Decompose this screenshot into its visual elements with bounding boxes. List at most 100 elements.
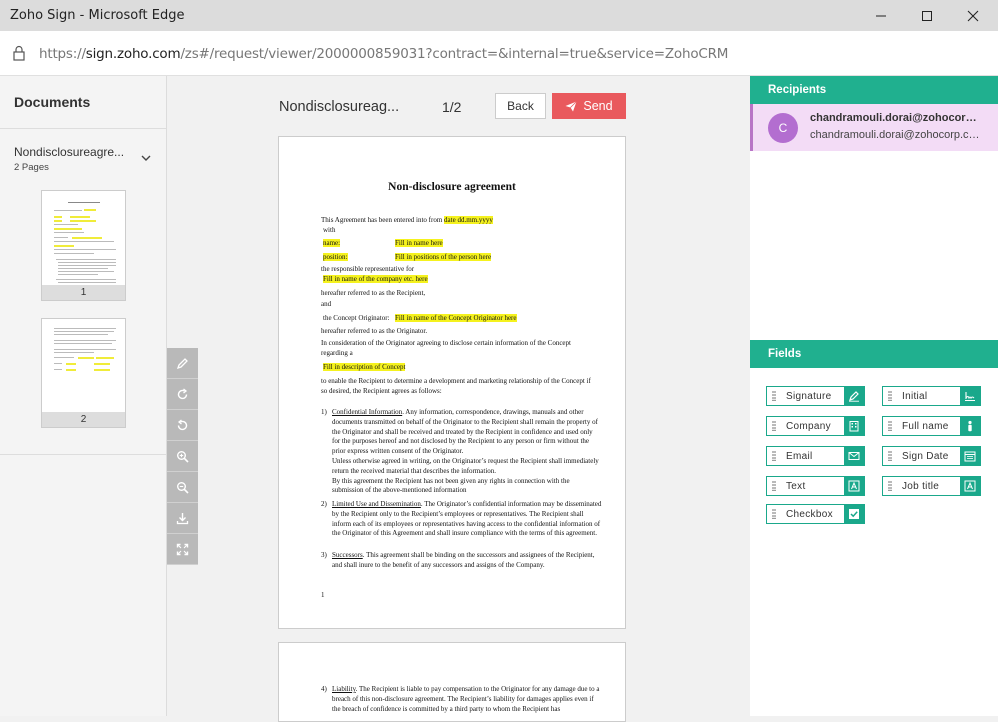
viewer-toolbar: [167, 348, 198, 565]
document-page-1: Non-disclosure agreement This Agreement …: [278, 136, 626, 629]
documents-panel: Documents Nondisclosureagre... 2 Pages 1…: [0, 76, 167, 716]
email-field[interactable]: Email: [766, 446, 865, 466]
zoom-in-button[interactable]: [167, 441, 198, 472]
field-label: Initial: [902, 390, 928, 402]
doc-line: the Concept Originator:: [323, 314, 390, 322]
rotate-clockwise-button[interactable]: [167, 379, 198, 410]
address-bar[interactable]: https://sign.zoho.com/zs#/request/viewer…: [0, 31, 998, 76]
recipient-card[interactable]: C chandramouli.dorai@zohocorp.com chandr…: [750, 104, 998, 151]
doc-line: In consideration of the Originator agree…: [321, 339, 571, 347]
page-thumbnail-1[interactable]: 1: [41, 190, 126, 301]
fullscreen-button[interactable]: [167, 534, 198, 565]
sign-date-field[interactable]: Sign Date: [882, 446, 981, 466]
close-icon: [967, 10, 979, 21]
section-successors: Successors. This agreement shall be bind…: [332, 551, 595, 569]
calendar-icon: [960, 447, 980, 465]
back-button[interactable]: Back: [495, 93, 546, 119]
drag-handle-icon: [883, 481, 897, 491]
person-icon: [960, 417, 980, 435]
doc-line: position:: [323, 253, 348, 261]
drag-handle-icon: [767, 391, 781, 401]
checkbox-field[interactable]: Checkbox: [766, 504, 865, 524]
date-field-placeholder[interactable]: date dd.mm.yyyy: [444, 216, 493, 224]
position-field-placeholder[interactable]: Fill in positions of the person here: [395, 253, 492, 263]
document-title: Non-disclosure agreement: [388, 181, 516, 193]
field-label: Full name: [902, 420, 949, 432]
section-number: 4): [321, 685, 327, 693]
field-label: Sign Date: [902, 450, 949, 462]
field-label: Job title: [902, 480, 940, 492]
thumbnail-label: 2: [42, 412, 125, 427]
doc-line: and: [321, 300, 332, 308]
rotate-right-icon: [177, 387, 188, 399]
avatar: C: [768, 113, 798, 143]
field-label: Text: [786, 480, 806, 492]
divider: [0, 128, 166, 129]
download-button[interactable]: [167, 503, 198, 534]
page-thumbnail-2[interactable]: 2: [41, 318, 126, 428]
field-label: Company: [786, 420, 831, 432]
doc-line: hereafter referred to as the Originator.: [321, 327, 428, 335]
section-limited-use: Limited Use and Dissemination. The Origi…: [332, 500, 602, 538]
text-box-icon: [960, 477, 980, 495]
doc-line: name:: [323, 239, 341, 247]
initial-icon: [960, 387, 980, 405]
page-footer-number: 1: [321, 591, 325, 599]
section-confidential-information: Confidential Information. Any informatio…: [332, 408, 599, 495]
expand-icon: [176, 543, 189, 555]
text-field[interactable]: Text: [766, 476, 865, 496]
doc-line: with: [323, 226, 336, 234]
section-liability: Liability. The Recipient is liable to pa…: [332, 685, 600, 713]
maximize-button[interactable]: [904, 0, 950, 31]
zoom-out-button[interactable]: [167, 472, 198, 503]
building-icon: [844, 417, 864, 435]
minimize-button[interactable]: [858, 0, 904, 31]
recipients-header: Recipients: [750, 76, 998, 104]
field-label: Signature: [786, 390, 832, 402]
paper-plane-icon: [565, 101, 578, 112]
document-viewer: Nondisclosureag... 1/2 Back Send Non-dis…: [167, 76, 750, 722]
company-field[interactable]: Company: [766, 416, 865, 436]
right-panel: Recipients C chandramouli.dorai@zohocorp…: [750, 76, 998, 716]
drag-handle-icon: [767, 481, 781, 491]
thumbnail-label: 1: [42, 285, 125, 300]
doc-line: so desired, the Recipient agrees as foll…: [321, 387, 442, 395]
send-button[interactable]: Send: [552, 93, 626, 119]
lock-icon: [13, 45, 25, 61]
field-label: Email: [786, 450, 813, 462]
drag-handle-icon: [767, 421, 781, 431]
drag-handle-icon: [767, 509, 781, 519]
close-window-button[interactable]: [950, 0, 996, 31]
rotate-counterclockwise-button[interactable]: [167, 410, 198, 441]
section-number: 2): [321, 500, 327, 508]
originator-field-placeholder[interactable]: Fill in name of the Concept Originator h…: [395, 314, 517, 324]
zoom-out-icon: [177, 481, 189, 494]
full-name-field[interactable]: Full name: [882, 416, 981, 436]
document-name[interactable]: Nondisclosureagre...: [14, 145, 124, 159]
window-titlebar: Zoho Sign - Microsoft Edge: [0, 0, 998, 31]
text-box-icon: [844, 477, 864, 495]
concept-field-placeholder[interactable]: Fill in description of Concept: [323, 363, 406, 373]
name-field-placeholder[interactable]: Fill in name here: [395, 239, 443, 249]
drag-handle-icon: [883, 391, 897, 401]
initial-field[interactable]: Initial: [882, 386, 981, 406]
section-number: 3): [321, 551, 327, 559]
job-title-field[interactable]: Job title: [882, 476, 981, 496]
document-page-count: 2 Pages: [14, 162, 49, 173]
checkbox-icon: [844, 505, 864, 523]
rotate-left-icon: [177, 418, 188, 430]
viewer-document-name: Nondisclosureag...: [279, 99, 400, 115]
download-icon: [176, 512, 189, 524]
minimize-icon: [876, 15, 886, 16]
drag-handle-icon: [883, 421, 897, 431]
url-text[interactable]: https://sign.zoho.com/zs#/request/viewer…: [39, 46, 728, 62]
chevron-down-icon[interactable]: [140, 154, 152, 162]
maximize-icon: [922, 10, 932, 21]
signature-field[interactable]: Signature: [766, 386, 865, 406]
edit-tool-button[interactable]: [167, 348, 198, 379]
pencil-icon: [176, 357, 188, 369]
company-field-placeholder[interactable]: Fill in name of the company etc. here: [323, 275, 428, 285]
zoom-in-icon: [177, 450, 189, 463]
doc-line: to enable the Recipient to determine a d…: [321, 377, 591, 385]
drag-handle-icon: [767, 451, 781, 461]
